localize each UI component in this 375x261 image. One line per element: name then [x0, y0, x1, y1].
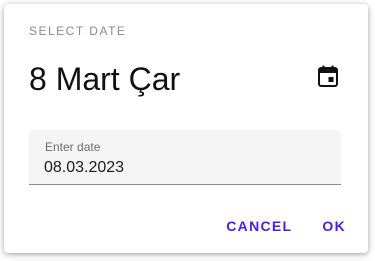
calendar-toggle-button[interactable] — [316, 64, 340, 88]
date-picker-dialog: SELECT DATE 8 Mart Çar Enter date CANCEL… — [4, 4, 368, 253]
date-input-label: Enter date — [45, 140, 101, 154]
dialog-actions: CANCEL OK — [216, 212, 356, 240]
date-input[interactable] — [44, 157, 324, 179]
dialog-overline: SELECT DATE — [29, 24, 127, 38]
selected-date-headline: 8 Mart Çar — [29, 61, 181, 97]
date-input-field[interactable]: Enter date — [29, 130, 341, 185]
calendar-icon — [318, 65, 338, 87]
ok-button[interactable]: OK — [312, 212, 356, 240]
cancel-button[interactable]: CANCEL — [216, 212, 302, 240]
